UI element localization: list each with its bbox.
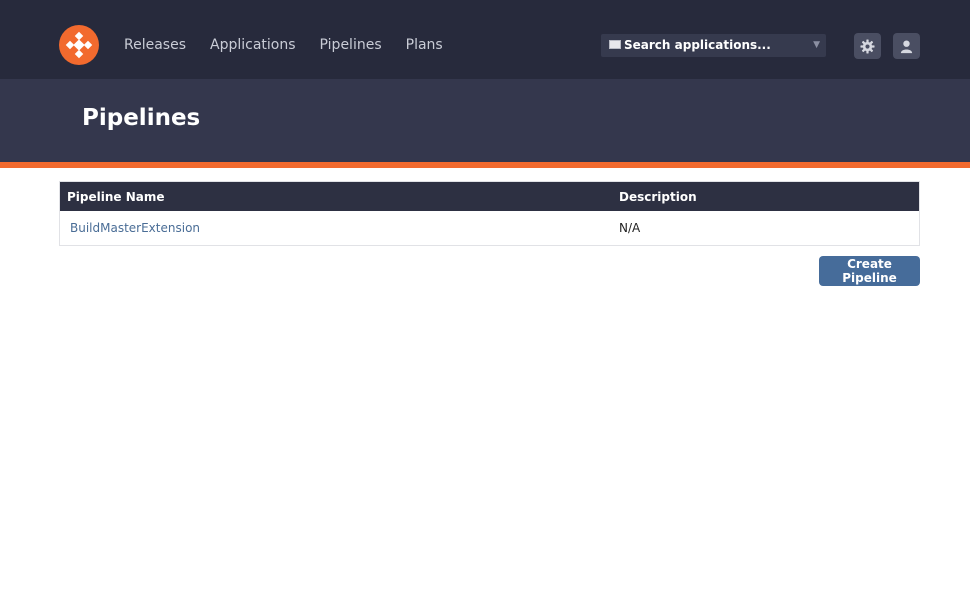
page-header: Pipelines (0, 79, 970, 163)
accent-bar (0, 162, 970, 168)
window-icon (609, 40, 621, 49)
nav-applications[interactable]: Applications (210, 37, 296, 53)
column-header-name[interactable]: Pipeline Name (59, 181, 612, 211)
column-header-description[interactable]: Description (612, 181, 920, 211)
gear-icon (860, 39, 875, 54)
buildmaster-logo-icon[interactable] (59, 25, 99, 65)
chevron-down-icon: ▼ (813, 40, 820, 50)
search-placeholder: Search applications... (624, 38, 771, 52)
nav-pipelines[interactable]: Pipelines (320, 37, 382, 53)
settings-button[interactable] (854, 33, 881, 59)
page-title: Pipelines (82, 105, 201, 131)
pipeline-name-link[interactable]: BuildMasterExtension (59, 211, 612, 246)
pipeline-description: N/A (612, 211, 920, 246)
table-row: BuildMasterExtension N/A (59, 211, 920, 246)
nav-plans[interactable]: Plans (406, 37, 443, 53)
main-nav: Releases Applications Pipelines Plans (124, 0, 467, 90)
application-search-select[interactable]: Search applications... ▼ (601, 34, 826, 57)
user-button[interactable] (893, 33, 920, 59)
user-icon (900, 40, 913, 54)
create-pipeline-button[interactable]: Create Pipeline (819, 256, 920, 286)
table-header-row: Pipeline Name Description (59, 181, 920, 211)
top-navbar: Releases Applications Pipelines Plans Se… (0, 0, 970, 79)
pipelines-table: Pipeline Name Description BuildMasterExt… (59, 181, 920, 246)
nav-releases[interactable]: Releases (124, 37, 186, 53)
